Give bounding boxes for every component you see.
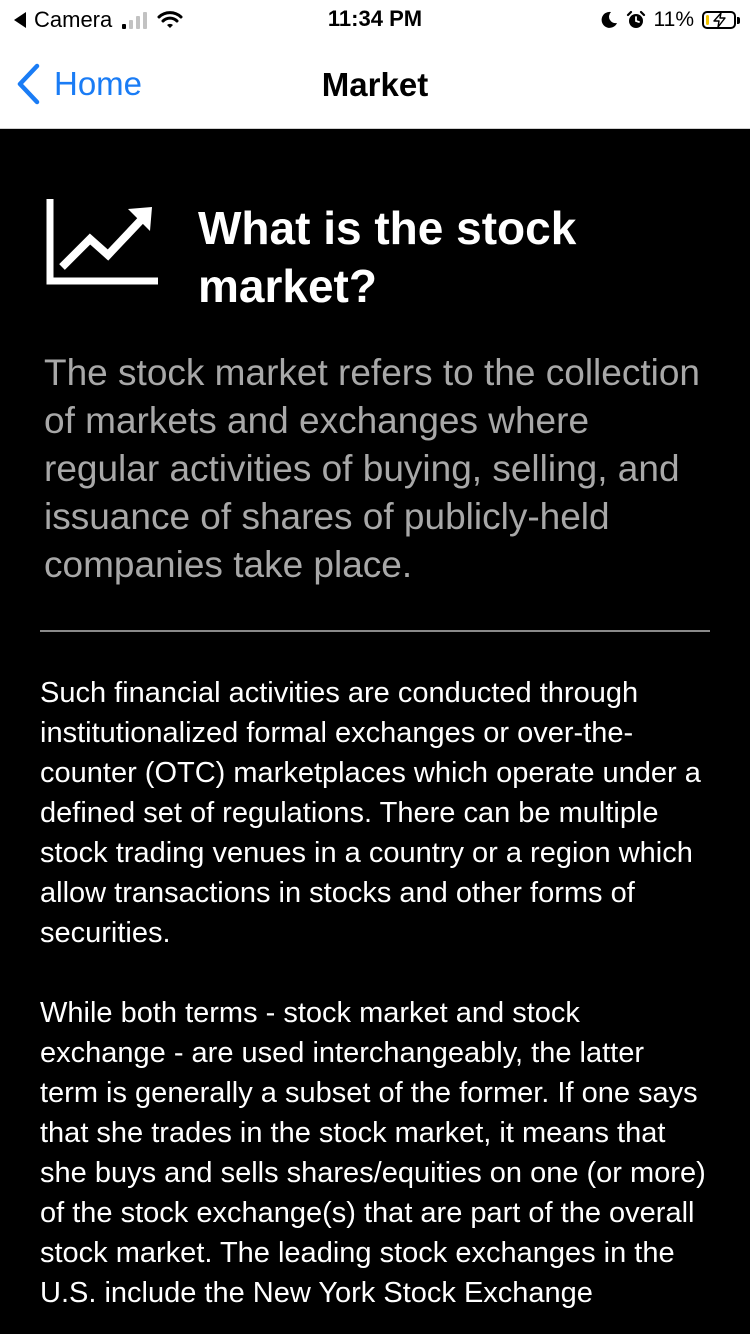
page-title: Market	[321, 66, 429, 103]
alarm-icon	[626, 10, 645, 28]
article-body: Such financial activities are conducted …	[40, 673, 710, 1334]
battery-charging-icon	[702, 11, 740, 29]
navigation-bar: Home Market	[0, 40, 750, 129]
article-paragraph: Such financial activities are conducted …	[40, 677, 701, 949]
trend-chart-icon	[46, 199, 158, 285]
article-paragraph: While both terms - stock market and stoc…	[40, 997, 706, 1309]
status-indicators: 11%	[600, 6, 740, 34]
article-heading: What is the stock market?	[198, 202, 577, 312]
battery-percent: 11%	[653, 8, 694, 31]
article-content[interactable]: What is the stock market? The stock mark…	[0, 129, 750, 1334]
moon-icon	[601, 11, 617, 28]
article-lead: The stock market refers to the collectio…	[44, 352, 700, 585]
divider	[40, 630, 710, 632]
status-bar: Camera 11:34 PM 11%	[0, 0, 750, 40]
